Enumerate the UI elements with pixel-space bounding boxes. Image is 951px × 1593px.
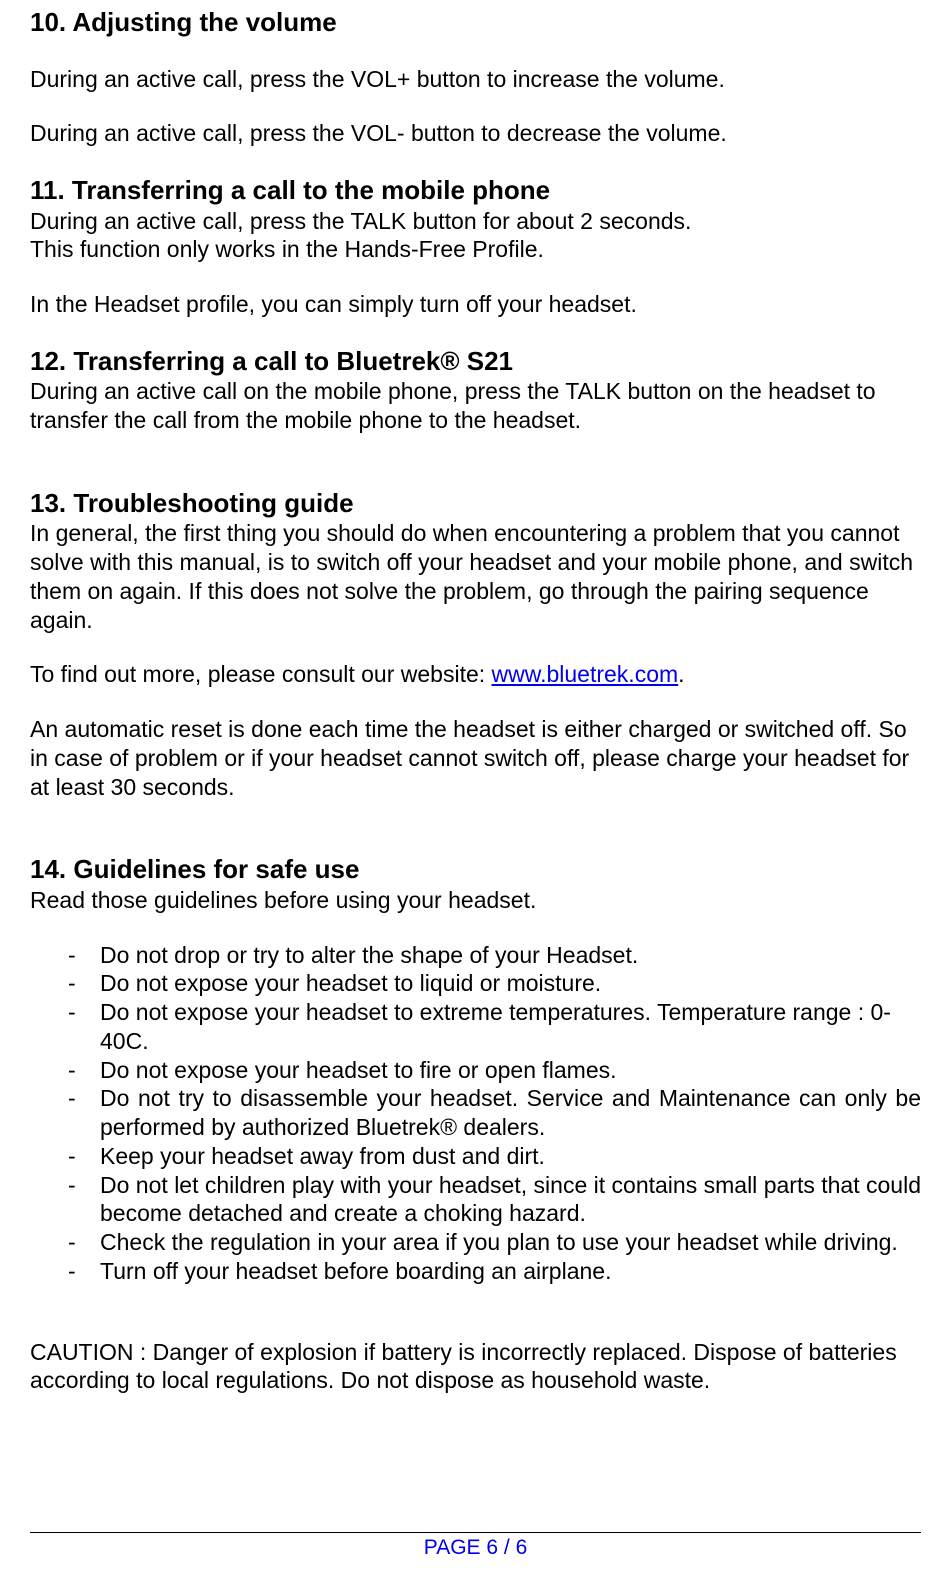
paragraph: During an active call, press the VOL- bu…	[30, 119, 921, 148]
guidelines-list: Do not drop or try to alter the shape of…	[30, 941, 921, 1286]
page-footer: PAGE 6 / 6	[30, 1532, 921, 1561]
list-item: Do not expose your headset to fire or op…	[30, 1056, 921, 1085]
list-item: Keep your headset away from dust and dir…	[30, 1142, 921, 1171]
paragraph: To find out more, please consult our web…	[30, 660, 921, 689]
list-item: Do not drop or try to alter the shape of…	[30, 941, 921, 970]
paragraph: In the Headset profile, you can simply t…	[30, 290, 921, 319]
footer-divider	[30, 1532, 921, 1533]
list-item: Do not expose your headset to liquid or …	[30, 969, 921, 998]
list-item: Turn off your headset before boarding an…	[30, 1257, 921, 1286]
paragraph: During an active call on the mobile phon…	[30, 377, 921, 435]
text: To find out more, please consult our web…	[30, 661, 492, 687]
list-item: Do not try to disassemble your headset. …	[30, 1084, 921, 1142]
document-page: 10. Adjusting the volume During an activ…	[0, 0, 951, 1593]
heading-10: 10. Adjusting the volume	[30, 6, 921, 39]
list-item: Do not expose your headset to extreme te…	[30, 998, 921, 1056]
paragraph: During an active call, press the VOL+ bu…	[30, 65, 921, 94]
heading-11: 11. Transferring a call to the mobile ph…	[30, 174, 921, 207]
website-link[interactable]: www.bluetrek.com	[492, 661, 679, 687]
list-item: Check the regulation in your area if you…	[30, 1228, 921, 1257]
heading-12: 12. Transferring a call to Bluetrek® S21	[30, 345, 921, 378]
paragraph: Read those guidelines before using your …	[30, 886, 921, 915]
paragraph: An automatic reset is done each time the…	[30, 715, 921, 801]
caution-paragraph: CAUTION : Danger of explosion if battery…	[30, 1338, 921, 1396]
paragraph: During an active call, press the TALK bu…	[30, 207, 921, 236]
page-number: PAGE 6 / 6	[30, 1535, 921, 1561]
list-item: Do not let children play with your heads…	[30, 1171, 921, 1229]
heading-14: 14. Guidelines for safe use	[30, 853, 921, 886]
text: .	[678, 661, 684, 687]
heading-13: 13. Troubleshooting guide	[30, 487, 921, 520]
paragraph: This function only works in the Hands-Fr…	[30, 235, 921, 264]
paragraph: In general, the first thing you should d…	[30, 519, 921, 634]
